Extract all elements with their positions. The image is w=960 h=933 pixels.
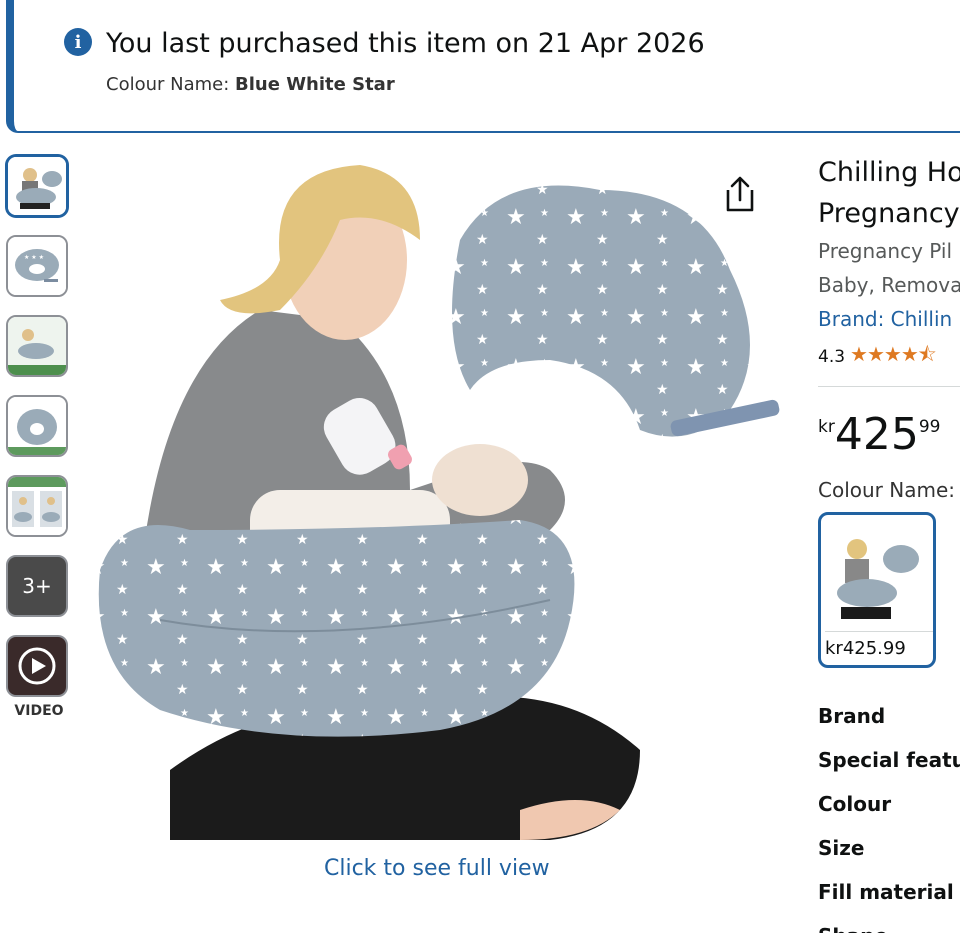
spec-label-size: Size bbox=[818, 836, 865, 860]
title-line-2: Pregnancy bbox=[818, 198, 960, 229]
spec-label-shape: Shape bbox=[818, 914, 960, 933]
main-product-image[interactable]: ★ ★ ★ bbox=[80, 150, 780, 850]
swatch-image bbox=[827, 523, 927, 629]
svg-text:★ ★ ★: ★ ★ ★ bbox=[24, 254, 44, 261]
product-subtitle-line-2: Baby, Remova bbox=[818, 273, 960, 297]
banner-colour-value: Blue White Star bbox=[235, 74, 395, 95]
product-details: Chilling Ho Pregnancy Pregnancy Pil Baby… bbox=[818, 150, 960, 933]
price-fraction: 99 bbox=[918, 417, 941, 437]
spec-label-fill-material: Fill material bbox=[818, 880, 954, 904]
share-icon[interactable] bbox=[722, 174, 758, 214]
title-line-1: Chilling Ho bbox=[818, 157, 960, 188]
thumbnail-3[interactable] bbox=[6, 315, 68, 377]
product-subtitle-line-1: Pregnancy Pil bbox=[818, 239, 953, 263]
brand-link[interactable]: Brand: Chillin bbox=[818, 302, 960, 336]
colour-swatch-selected[interactable]: kr425.99 bbox=[818, 512, 936, 668]
thumbnail-4[interactable] bbox=[6, 395, 68, 457]
price: kr42599 bbox=[818, 409, 960, 460]
price-whole: 425 bbox=[834, 409, 919, 460]
more-images-button[interactable]: 3+ bbox=[6, 555, 68, 617]
purchase-history-banner: i You last purchased this item on 21 Apr… bbox=[6, 0, 960, 133]
rating-row[interactable]: 4.3 ★★★★⯪ bbox=[818, 340, 960, 374]
thumbnail-1[interactable] bbox=[6, 155, 68, 217]
video-label: VIDEO bbox=[14, 703, 64, 719]
full-view-link[interactable]: Click to see full view bbox=[324, 856, 550, 881]
product-title[interactable]: Chilling Ho Pregnancy bbox=[818, 152, 960, 234]
banner-colour-label: Colour Name: bbox=[106, 74, 236, 95]
thumbnail-5[interactable] bbox=[6, 475, 68, 537]
spec-label-colour: Colour bbox=[818, 792, 892, 816]
divider bbox=[818, 386, 960, 387]
price-currency: kr bbox=[818, 417, 835, 437]
banner-title: You last purchased this item on 21 Apr 2… bbox=[106, 28, 705, 59]
video-thumbnail[interactable] bbox=[6, 635, 68, 697]
spec-label-brand: Brand bbox=[818, 704, 886, 728]
spec-label-special-feature: Special featu bbox=[818, 748, 960, 772]
thumbnail-strip: ★ ★ ★ 3+ VIDEO bbox=[6, 155, 72, 719]
star-rating-icon: ★★★★⯪ bbox=[850, 342, 937, 366]
rating-value: 4.3 bbox=[818, 347, 846, 367]
swatch-price: kr425.99 bbox=[825, 631, 933, 659]
spec-table: Brand Special featu Colour Size Fill mat… bbox=[818, 694, 960, 933]
thumbnail-2[interactable]: ★ ★ ★ bbox=[6, 235, 68, 297]
colour-name-label: Colour Name: bbox=[818, 478, 955, 502]
play-icon bbox=[18, 647, 56, 685]
info-icon: i bbox=[64, 28, 92, 56]
banner-colour: Colour Name: Blue White Star bbox=[106, 74, 395, 95]
